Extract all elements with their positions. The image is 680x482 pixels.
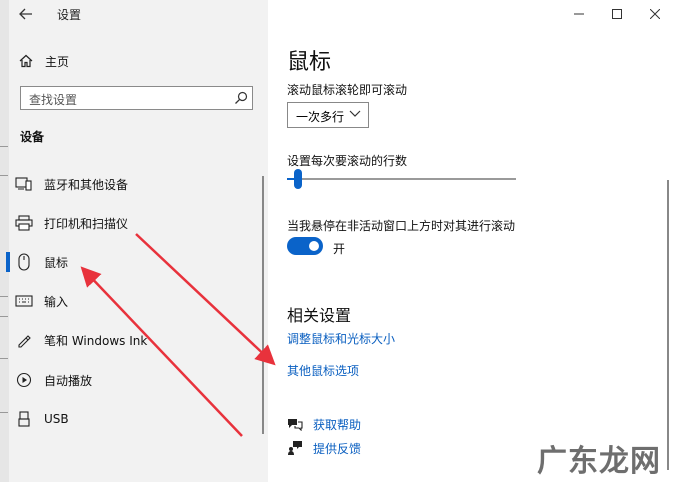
- sidebar-item-label: 打印机和扫描仪: [44, 216, 129, 231]
- sidebar-item-typing[interactable]: 输入: [14, 287, 259, 315]
- close-icon: [650, 9, 660, 19]
- get-help-link[interactable]: 获取帮助: [313, 416, 361, 433]
- sidebar-item-bluetooth[interactable]: 蓝牙和其他设备: [14, 170, 259, 198]
- toggle-knob: [309, 241, 319, 251]
- printer-icon: [14, 213, 34, 233]
- usb-icon: [14, 409, 34, 429]
- home-icon: [19, 54, 33, 68]
- inactive-scroll-toggle[interactable]: [287, 237, 323, 255]
- devices-icon: [14, 174, 34, 194]
- sidebar-item-label: 自动播放: [44, 373, 93, 388]
- back-button[interactable]: [14, 3, 38, 25]
- mouse-icon: [14, 252, 34, 272]
- pen-icon: [14, 330, 34, 350]
- sidebar-item-label: 输入: [44, 294, 69, 309]
- scroll-mode-value: 一次多行: [296, 110, 345, 124]
- watermark: 广东龙网: [537, 444, 661, 479]
- section-title: 设备: [20, 130, 45, 144]
- toggle-state-label: 开: [333, 242, 346, 256]
- settings-window: 设置 主页 查找设置 设备 蓝牙和其他设备 打印机和扫描仪 鼠标 输入 笔和 W…: [0, 0, 680, 482]
- slider-thumb[interactable]: [294, 169, 303, 189]
- feedback-icon: [288, 441, 302, 455]
- minimize-icon: [574, 13, 584, 15]
- back-arrow-icon: [19, 8, 32, 20]
- search-icon[interactable]: [234, 91, 248, 105]
- search-input[interactable]: 查找设置: [20, 86, 253, 110]
- background-window-edge: [0, 0, 9, 482]
- home-label: 主页: [45, 54, 70, 69]
- feedback-link[interactable]: 提供反馈: [313, 440, 361, 457]
- scroll-lines-slider[interactable]: [287, 178, 516, 180]
- sidebar-item-pen[interactable]: 笔和 Windows Ink: [14, 326, 259, 354]
- get-help-row[interactable]: 获取帮助: [287, 415, 361, 433]
- maximize-button[interactable]: [604, 4, 630, 24]
- scroll-lines-label: 设置每次要滚动的行数: [287, 154, 408, 168]
- content-scrollbar[interactable]: [667, 180, 669, 470]
- keyboard-icon: [14, 291, 34, 311]
- sidebar: 设置 主页 查找设置 设备 蓝牙和其他设备 打印机和扫描仪 鼠标 输入 笔和 W…: [0, 0, 268, 482]
- maximize-icon: [612, 9, 622, 19]
- sidebar-item-autoplay[interactable]: 自动播放: [14, 366, 259, 394]
- autoplay-icon: [14, 370, 34, 390]
- sidebar-item-usb[interactable]: USB: [14, 405, 259, 433]
- sidebar-item-label: 蓝牙和其他设备: [44, 177, 129, 192]
- sidebar-item-printers[interactable]: 打印机和扫描仪: [14, 209, 259, 237]
- sidebar-item-label: 笔和 Windows Ink: [44, 333, 148, 348]
- sidebar-scrollbar[interactable]: [262, 176, 264, 434]
- page-title: 鼠标: [287, 50, 332, 75]
- chevron-down-icon: [349, 110, 361, 117]
- sidebar-item-mouse[interactable]: 鼠标: [6, 248, 259, 276]
- help-chat-icon: [288, 419, 303, 431]
- search-placeholder: 查找设置: [29, 93, 78, 107]
- sidebar-item-home[interactable]: 主页: [18, 50, 69, 72]
- scroll-mode-dropdown[interactable]: 一次多行: [287, 102, 369, 128]
- additional-mouse-options-link[interactable]: 其他鼠标选项: [287, 362, 359, 379]
- feedback-row[interactable]: 提供反馈: [287, 439, 361, 457]
- adjust-cursor-size-link[interactable]: 调整鼠标和光标大小: [287, 330, 395, 347]
- related-settings-heading: 相关设置: [287, 306, 352, 325]
- app-title: 设置: [57, 8, 82, 22]
- sidebar-item-label: USB: [44, 412, 69, 426]
- close-button[interactable]: [642, 4, 668, 24]
- inactive-scroll-label: 当我悬停在非活动窗口上方时对其进行滚动: [287, 219, 516, 233]
- scroll-setting-label: 滚动鼠标滚轮即可滚动: [287, 83, 408, 97]
- sidebar-item-label: 鼠标: [44, 255, 69, 270]
- minimize-button[interactable]: [566, 4, 592, 24]
